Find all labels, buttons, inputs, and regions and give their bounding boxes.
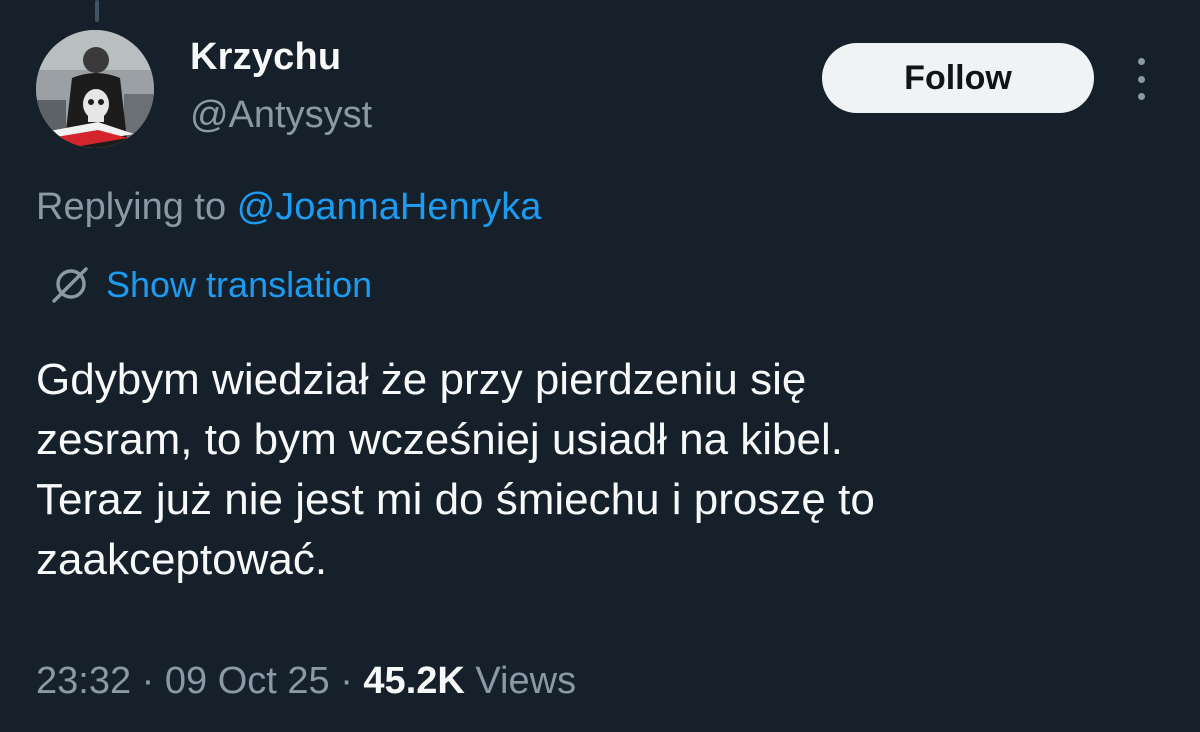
avatar[interactable]	[36, 30, 154, 148]
thread-connector-line	[95, 0, 99, 22]
tweet-text-line: Gdybym wiedział że przy pierdzeniu się	[36, 355, 807, 404]
tweet-text-line: Teraz już nie jest mi do śmiechu i prosz…	[36, 475, 875, 524]
meta-separator: ·	[340, 660, 353, 702]
follow-button[interactable]: Follow	[822, 43, 1094, 113]
author-display-name[interactable]: Krzychu	[190, 36, 341, 79]
tweet-text-line: zaakceptować.	[36, 535, 328, 584]
tweet-text-line: zesram, to bym wcześniej usiadł na kibel…	[36, 415, 843, 464]
views-label: Views	[475, 660, 577, 702]
avatar-image	[36, 30, 154, 148]
show-translation-label: Show translation	[106, 264, 373, 305]
more-dot	[1137, 58, 1145, 65]
more-dot	[1137, 93, 1145, 100]
replying-to-prefix: Replying to	[36, 186, 227, 228]
more-dot	[1137, 75, 1145, 83]
tweet-text: Gdybym wiedział że przy pierdzeniu się z…	[36, 350, 1166, 590]
show-translation-button[interactable]: Show translation	[48, 262, 372, 308]
tweet-time[interactable]: 23:32	[36, 660, 131, 702]
translate-icon	[52, 267, 88, 303]
tweet-meta: 23:32 · 09 Oct 25 · 45.2K Views	[36, 660, 576, 703]
author-handle[interactable]: @Antysyst	[190, 94, 372, 137]
meta-separator: ·	[141, 660, 155, 702]
reply-mention-link[interactable]: @JoannaHenryka	[237, 186, 542, 228]
views-count: 45.2K	[363, 660, 465, 702]
replying-to: Replying to @JoannaHenryka	[36, 186, 541, 229]
tweet-date[interactable]: 09 Oct 25	[165, 660, 330, 702]
more-options-icon[interactable]	[1124, 58, 1158, 100]
